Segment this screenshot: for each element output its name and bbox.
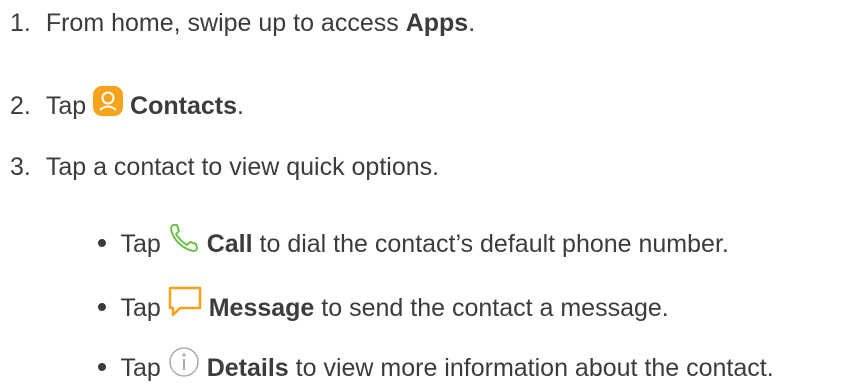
step-2: 2. Tap Contacts.: [10, 86, 244, 123]
step-number: 1.: [10, 9, 31, 37]
sub-step-bold-text: Call: [206, 230, 253, 258]
sub-step-suffix: to dial the contact’s default phone numb…: [252, 230, 729, 258]
sub-step-text: Tap: [120, 354, 161, 382]
step-bold-text: Apps: [405, 9, 469, 37]
sub-step-bold-text: Message: [208, 294, 315, 322]
phone-icon: [168, 222, 200, 261]
sub-step-bold-text: Details: [206, 354, 289, 382]
bullet: [98, 363, 106, 371]
step-text: From home, swipe up to access: [45, 9, 406, 37]
step-suffix: .: [237, 92, 244, 120]
contacts-app-icon: [93, 86, 124, 123]
sub-step-call: Tap Call to dial the contact’s default p…: [98, 222, 729, 261]
sub-step-text: Tap: [120, 294, 161, 322]
step-bold-text: Contacts: [130, 92, 237, 120]
sub-step-text: Tap: [120, 230, 161, 258]
bullet: [98, 303, 106, 311]
sub-step-message: Tap Message to send the contact a messag…: [98, 286, 669, 325]
sub-step-suffix: to view more information about the conta…: [288, 354, 774, 382]
info-icon: [168, 346, 200, 385]
sub-step-suffix: to send the contact a message.: [314, 294, 669, 322]
step-text: Tap: [45, 92, 87, 120]
step-3: 3. Tap a contact to view quick options.: [10, 152, 439, 182]
step-1: 1. From home, swipe up to access Apps.: [10, 8, 475, 38]
step-suffix: .: [468, 9, 476, 37]
bullet: [98, 239, 106, 247]
step-text: Tap a contact to view quick options.: [45, 153, 440, 181]
step-number: 2.: [10, 92, 31, 120]
message-icon: [168, 286, 202, 325]
sub-step-details: Tap Details to view more information abo…: [98, 346, 774, 385]
step-number: 3.: [10, 153, 31, 181]
